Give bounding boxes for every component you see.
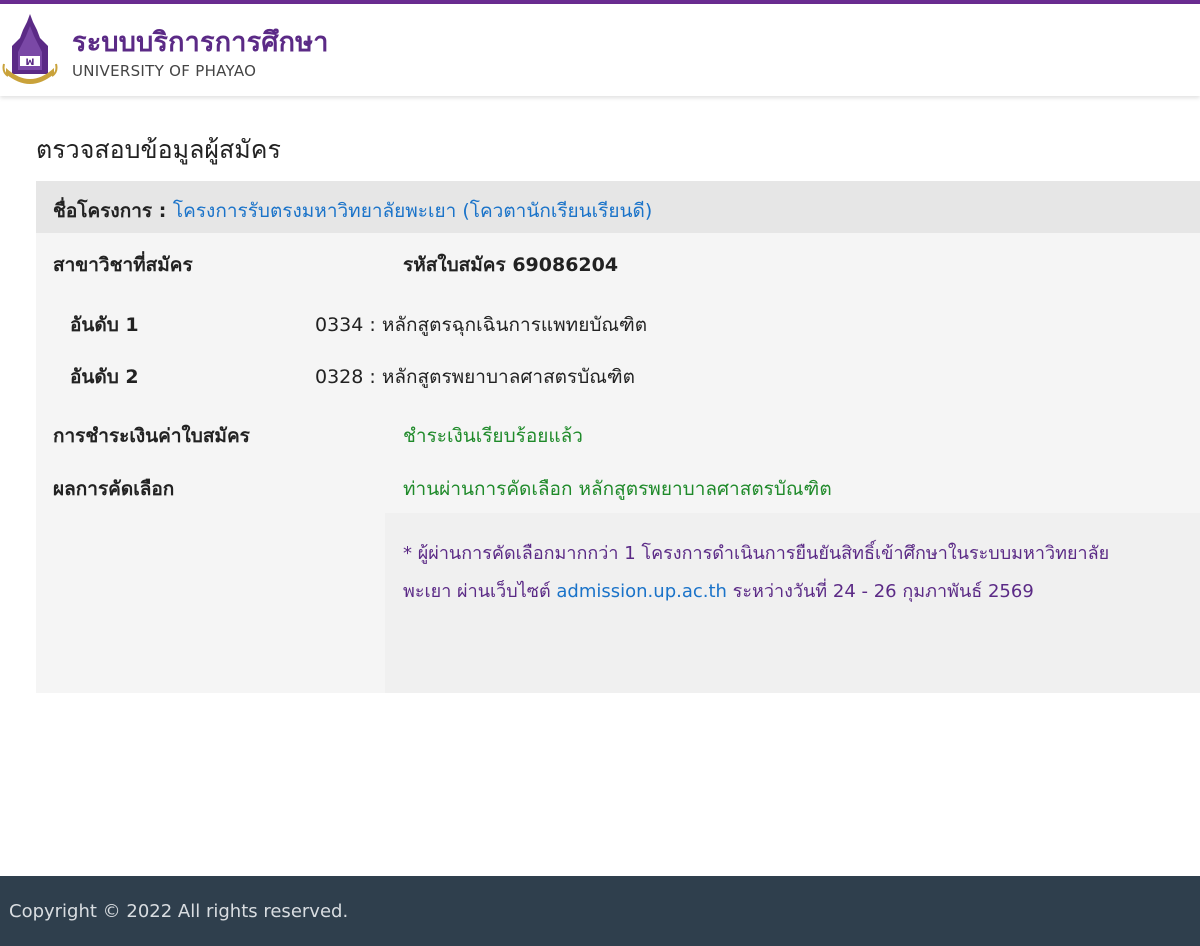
university-logo-icon[interactable]: ꟽ xyxy=(2,12,58,90)
svg-text:ꟽ: ꟽ xyxy=(26,58,35,68)
applicant-info-panel: ชื่อโครงการ : โครงการรับตรงมหาวิทยาลัยพะ… xyxy=(36,181,1200,693)
site-header: ꟽ ระบบบริการการศึกษา UNIVERSITY OF PHAYA… xyxy=(0,4,1200,96)
project-row: ชื่อโครงการ : โครงการรับตรงมหาวิทยาลัยพะ… xyxy=(53,196,652,226)
notice-text-after: ระหว่างวันที่ 24 - 26 กุมภาพันธ์ 2569 xyxy=(726,581,1034,602)
payment-label: การชำระเงินค่าใบสมัคร xyxy=(53,425,250,447)
choice-1-program: 0334 : หลักสูตรฉุกเฉินการแพทยบัณฑิต xyxy=(315,314,648,336)
notice-text: * ผู้ผ่านการคัดเลือกมากกว่า 1 โครงการดำเ… xyxy=(403,535,1143,611)
choice-2-rank: อันดับ 2 xyxy=(70,366,139,388)
project-label: ชื่อโครงการ : xyxy=(53,200,167,222)
footer: Copyright © 2022 All rights reserved. xyxy=(0,876,1200,946)
major-label: สาขาวิชาที่สมัคร xyxy=(53,254,193,276)
payment-status: ชำระเงินเรียบร้อยแล้ว xyxy=(403,425,583,447)
project-header: ชื่อโครงการ : โครงการรับตรงมหาวิทยาลัยพะ… xyxy=(36,181,1200,233)
result-label: ผลการคัดเลือก xyxy=(53,478,175,500)
brand-subtitle: UNIVERSITY OF PHAYAO xyxy=(72,62,257,80)
choice-2-program: 0328 : หลักสูตรพยาบาลศาสตรบัณฑิต xyxy=(315,366,636,388)
notice-box: * ผู้ผ่านการคัดเลือกมากกว่า 1 โครงการดำเ… xyxy=(385,513,1200,693)
page-title: ตรวจสอบข้อมูลผู้สมัคร xyxy=(36,135,281,164)
brand-title[interactable]: ระบบบริการการศึกษา xyxy=(72,20,329,63)
admission-link[interactable]: admission.up.ac.th xyxy=(556,581,727,602)
project-name: โครงการรับตรงมหาวิทยาลัยพะเยา (โควตานักเ… xyxy=(172,200,653,222)
result-text: ท่านผ่านการคัดเลือก หลักสูตรพยาบาลศาสตรบ… xyxy=(403,478,832,500)
choice-1-rank: อันดับ 1 xyxy=(70,314,139,336)
application-code: รหัสใบสมัคร 69086204 xyxy=(403,254,619,276)
copyright-text: Copyright © 2022 All rights reserved. xyxy=(9,901,349,922)
